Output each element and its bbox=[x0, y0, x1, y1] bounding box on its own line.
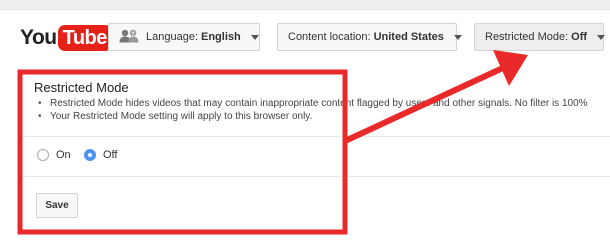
restricted-mode-label: Restricted Mode: bbox=[485, 31, 569, 43]
content-location-label: Content location: bbox=[288, 31, 371, 43]
language-button[interactable]: ? Language: English bbox=[108, 23, 260, 51]
caret-down-icon bbox=[597, 34, 606, 40]
content-location-button[interactable]: Content location: United States bbox=[277, 23, 462, 51]
radio-on[interactable]: On bbox=[37, 149, 71, 161]
radio-on-label: On bbox=[56, 149, 71, 161]
youtube-logo[interactable]: You Tube bbox=[20, 24, 112, 52]
logo-tube-text: Tube bbox=[57, 25, 112, 51]
description-bullet: Your Restricted Mode setting will apply … bbox=[36, 110, 588, 123]
restricted-mode-button[interactable]: Restricted Mode: Off bbox=[474, 23, 606, 51]
caret-down-icon bbox=[250, 34, 259, 40]
radio-off-circle[interactable] bbox=[84, 149, 96, 161]
logo-you-text: You bbox=[20, 26, 57, 49]
restricted-mode-description: Restricted Mode hides videos that may co… bbox=[36, 97, 588, 123]
people-icon: ? bbox=[119, 29, 139, 46]
restricted-mode-value: Off bbox=[571, 31, 588, 43]
language-label: Language: bbox=[146, 31, 198, 43]
language-value: English bbox=[201, 31, 241, 43]
caret-down-icon bbox=[453, 34, 462, 40]
restricted-mode-title: Restricted Mode bbox=[34, 80, 129, 95]
save-button[interactable]: Save bbox=[36, 193, 78, 218]
divider bbox=[22, 136, 610, 137]
description-bullet: Restricted Mode hides videos that may co… bbox=[36, 97, 588, 110]
top-strip bbox=[0, 0, 610, 10]
radio-on-circle[interactable] bbox=[37, 149, 49, 161]
content-location-value: United States bbox=[373, 31, 444, 43]
divider bbox=[22, 176, 610, 177]
svg-text:?: ? bbox=[131, 32, 135, 38]
radio-off-label: Off bbox=[103, 149, 118, 161]
annotation-arrow-head bbox=[493, 50, 528, 86]
radio-off[interactable]: Off bbox=[84, 149, 117, 161]
